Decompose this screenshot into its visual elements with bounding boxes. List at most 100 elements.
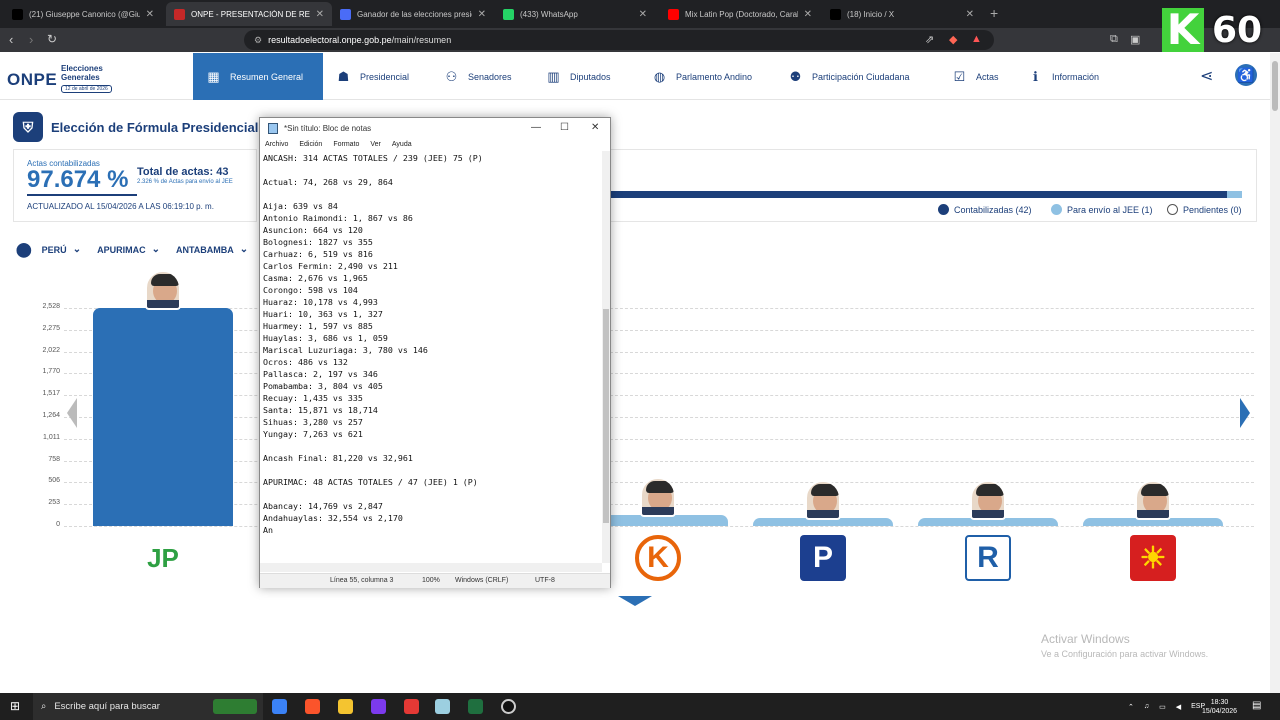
summary-divider [27,194,137,196]
notepad-horizontal-scrollbar[interactable] [260,563,602,572]
notepad-text-area[interactable]: ANCASH: 314 ACTAS TOTALES / 239 (JEE) 75… [260,151,602,581]
taskbar-brave-icon[interactable] [305,699,320,714]
location-filter-dropdown[interactable]: APURIMAC ⌄ [97,244,160,255]
browser-tab[interactable]: Ganador de las elecciones presidenc ✕ [332,2,494,26]
search-icon: ⌕ [41,701,47,712]
nav-item-label: Actas [976,71,999,82]
location-filter-dropdown[interactable]: ANTABAMBA ⌄ [176,244,248,255]
browser-tab[interactable]: (18) Inicio / X ✕ [822,2,982,26]
notepad-menu-item[interactable]: Archivo [265,141,288,148]
windows-start-icon[interactable]: ⊞ [10,699,20,713]
extensions-icon[interactable]: ⧉ [1110,33,1118,46]
total-actas: Total de actas: 43 [137,166,229,178]
page-scrollbar[interactable] [1270,53,1280,693]
rewards-icon[interactable]: ▲ [971,33,982,45]
browser-tab[interactable]: (433) WhatsApp ✕ [495,2,655,26]
line-ending: Windows (CRLF) [455,577,509,584]
browser-tab[interactable]: Mix Latin Pop (Doctorado, Caralu ✕ [660,2,820,26]
notepad-titlebar[interactable]: *Sin título: Bloc de notas [260,118,610,138]
browser-tab[interactable]: (21) Giuseppe Canonico (@Giuseppi ✕ [4,2,162,26]
close-tab-icon[interactable]: ✕ [639,9,647,20]
candidate-hair [646,481,674,494]
site-info-icon[interactable]: ⚙ [254,35,262,46]
taskbar-calculator-icon[interactable] [468,699,483,714]
nav-item-participación-ciudadana[interactable]: ⚉ Participación Ciudadana [787,53,910,100]
nav-item-presidencial[interactable]: ☗ Presidencial [335,53,409,100]
onpe-logo[interactable]: ONPE Elecciones Generales 12 de abril de … [7,58,187,98]
notepad-window[interactable]: *Sin título: Bloc de notas — ☐ ✕ Archivo… [259,117,611,588]
notepad-menu-item[interactable]: Ver [370,141,381,148]
chart-bar[interactable] [93,308,233,526]
reload-icon[interactable]: ↻ [47,32,57,46]
close-tab-icon[interactable]: ✕ [966,9,974,20]
close-tab-icon[interactable]: ✕ [804,9,812,20]
renovacion-popular-logo-icon[interactable]: R [965,535,1011,581]
taskbar-copilot-icon[interactable] [272,699,287,714]
tray-clock[interactable]: 18:30 15/04/2026 [1202,693,1237,720]
browser-tab-title: (21) Giuseppe Canonico (@Giuseppi [29,9,140,19]
page-scrollbar-thumb[interactable] [1272,61,1278,111]
accessibility-icon[interactable]: ♿ [1235,64,1257,86]
updated-timestamp: ACTUALIZADO AL 15/04/2026 A LAS 06:19:10… [27,202,214,211]
close-icon[interactable]: ✕ [591,122,599,133]
whatsapp-icon [503,8,514,20]
info-icon: ℹ [1033,68,1038,84]
new-tab-button[interactable]: + [990,5,998,21]
notepad-menu-item[interactable]: Edición [299,141,322,148]
juntos-por-el-peru-logo-icon[interactable]: JP [140,535,186,581]
notepad-vertical-scrollbar[interactable] [602,151,610,563]
expand-down-arrow[interactable] [618,596,652,606]
tray-chevron-icon[interactable]: ⌃ [1128,703,1134,711]
share-page-icon[interactable]: ⇗ [925,33,934,46]
nav-item-label: Información [1052,71,1100,82]
y-tick-label: 253 [48,499,60,507]
close-tab-icon[interactable]: ✕ [316,9,324,20]
nav-item-diputados[interactable]: ▥ Diputados [545,53,610,100]
minimize-icon[interactable]: — [531,122,541,133]
notepad-menu-item[interactable]: Formato [333,141,359,148]
brave-shield-icon[interactable]: ◆ [949,33,957,46]
fuerza-popular-logo-icon[interactable]: K [635,535,681,581]
chevron-down-icon: ⌄ [239,244,249,255]
chart-next-arrow[interactable] [1240,398,1250,428]
chart-prev-arrow[interactable] [67,398,77,428]
nav-item-parlamento-andino[interactable]: ◍ Parlamento Andino [651,53,752,100]
podemos-logo-icon[interactable]: P [800,535,846,581]
url-host: resultadoelectoral.onpe.gob.pe [268,35,392,45]
maximize-icon[interactable]: ☐ [560,122,569,133]
nav-item-información[interactable]: ℹ Información [1027,53,1099,100]
taskbar-landscape-icon[interactable] [213,699,257,714]
taskbar-clock-icon[interactable] [501,699,516,714]
notepad-scroll-thumb[interactable] [603,309,609,523]
volume-icon[interactable]: ◀ [1176,703,1181,711]
share-icon[interactable]: ⋖ [1200,66,1213,86]
globe-icon: ◍ [653,68,666,84]
nav-item-actas[interactable]: ☑ Actas [951,53,999,100]
back-icon[interactable]: ‹ [9,32,13,47]
notepad-menu-item[interactable]: Ayuda [392,141,412,148]
legend-label: Pendientes (0) [1183,204,1242,215]
address-bar-row: ‹ › ↻ ☐ ⚙ resultadoelectoral.onpe.gob.pe… [0,28,1280,52]
taskbar-search-text: Escribe aquí para buscar [54,701,160,712]
location-filter-dropdown[interactable]: PERÚ ⌄ [42,244,81,255]
notifications-icon[interactable]: ▤ [1252,700,1261,711]
taskbar-notepad-icon[interactable] [435,699,450,714]
taskbar-anydesk-icon[interactable] [404,699,419,714]
url-field[interactable]: ⚙ resultadoelectoral.onpe.gob.pe/main/re… [244,30,994,50]
nav-item-senadores[interactable]: ⚇ Senadores [443,53,512,100]
pais-para-todos-logo-icon[interactable]: ☀ [1130,535,1176,581]
browser-tab[interactable]: ONPE - PRESENTACIÓN DE RESULT ✕ [166,2,332,26]
close-tab-icon[interactable]: ✕ [146,9,154,20]
candidate-photo [970,480,1006,520]
sidebar-icon[interactable]: ▣ [1130,33,1140,46]
taskbar-app-icon[interactable] [371,699,386,714]
nav-item-resumen-general[interactable]: ▦ Resumen General [193,53,323,100]
taskbar-explorer-icon[interactable] [338,699,353,714]
notepad-icon [268,122,278,134]
close-tab-icon[interactable]: ✕ [478,9,486,20]
youtube-icon [668,8,679,20]
forward-icon[interactable]: › [29,32,33,47]
headset-icon[interactable]: ♫ [1144,703,1149,710]
notepad-title: *Sin título: Bloc de notas [284,123,372,133]
network-icon[interactable]: ▭ [1159,703,1166,711]
